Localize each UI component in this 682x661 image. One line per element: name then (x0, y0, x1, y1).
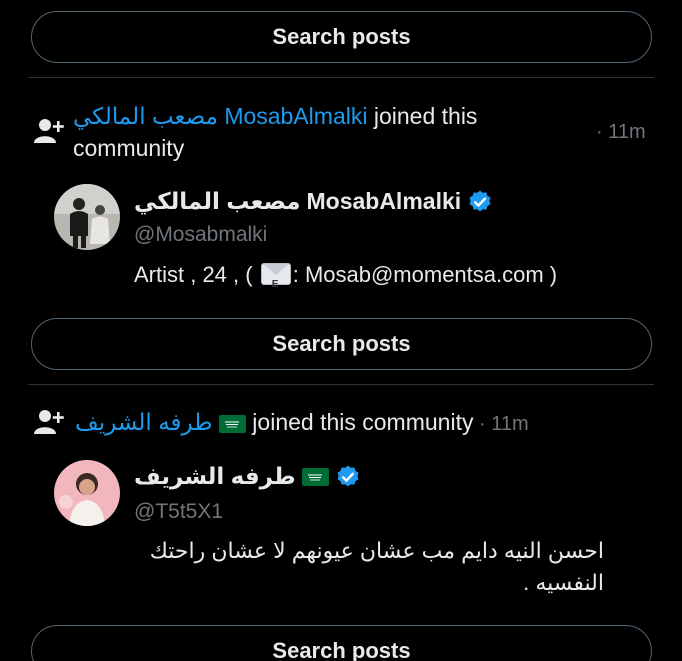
divider (28, 77, 654, 78)
user-handle[interactable]: @Mosabmalki (134, 223, 267, 247)
search-posts-label: Search posts (272, 331, 411, 356)
user-bio: احسن النيه دايم مب عشان عيونهم لا عشان ر… (134, 535, 604, 599)
join-action-text: joined this community (245, 409, 474, 435)
timestamp[interactable]: · 11m (473, 413, 529, 435)
add-user-icon (34, 410, 64, 434)
verified-badge-icon (337, 465, 359, 486)
verified-badge-icon (469, 190, 491, 211)
saudi-flag-icon (218, 414, 246, 433)
search-posts-button[interactable]: Search posts (31, 318, 652, 370)
user-link-latin[interactable]: MosabAlmalki (224, 103, 367, 129)
saudi-flag-icon (301, 467, 329, 486)
search-posts-button[interactable]: Search posts (31, 11, 652, 63)
avatar[interactable] (54, 184, 120, 250)
user-bio: Artist , 24 , ( E: Mosab@momentsa.com ) (134, 259, 634, 291)
display-name-arabic[interactable]: مصعب المالكي (134, 188, 300, 215)
search-posts-label: Search posts (272, 24, 411, 49)
bio-text-start: Artist , 24 , ( (134, 262, 253, 287)
user-link[interactable]: طرفه الشريف (75, 409, 213, 435)
community-feed: Search posts مصعب المالكي MosabAlmalki j… (0, 0, 682, 661)
user-handle[interactable]: @T5t5X1 (134, 500, 223, 524)
join-event-text: طرفه الشريف joined this community · 11m (75, 406, 529, 440)
bio-text-end: : Mosab@momentsa.com ) (292, 262, 558, 287)
display-name-latin[interactable]: MosabAlmalki (306, 188, 461, 215)
display-name[interactable]: طرفه الشريف (134, 463, 361, 490)
envelope-icon: E (260, 263, 291, 290)
bio-line-1: احسن النيه دايم مب عشان عيونهم لا عشان ر… (149, 538, 604, 563)
user-link-arabic[interactable]: مصعب المالكي (73, 103, 218, 129)
search-posts-button[interactable]: Search posts (31, 625, 652, 661)
display-name-arabic[interactable]: طرفه الشريف (134, 463, 296, 490)
add-user-icon (34, 119, 64, 143)
join-event-text: مصعب المالكي MosabAlmalki joined this co… (73, 100, 583, 164)
avatar[interactable] (54, 460, 120, 526)
join-action-text: joined this (367, 103, 478, 129)
user-link[interactable]: مصعب المالكي MosabAlmalki (73, 103, 367, 129)
join-action-text-line2: community (73, 135, 185, 161)
display-name[interactable]: مصعب المالكي MosabAlmalki (134, 188, 493, 215)
divider (28, 384, 654, 385)
timestamp[interactable]: · 11m (596, 121, 646, 144)
search-posts-label: Search posts (272, 638, 411, 661)
bio-line-2: النفسيه . (523, 570, 604, 595)
